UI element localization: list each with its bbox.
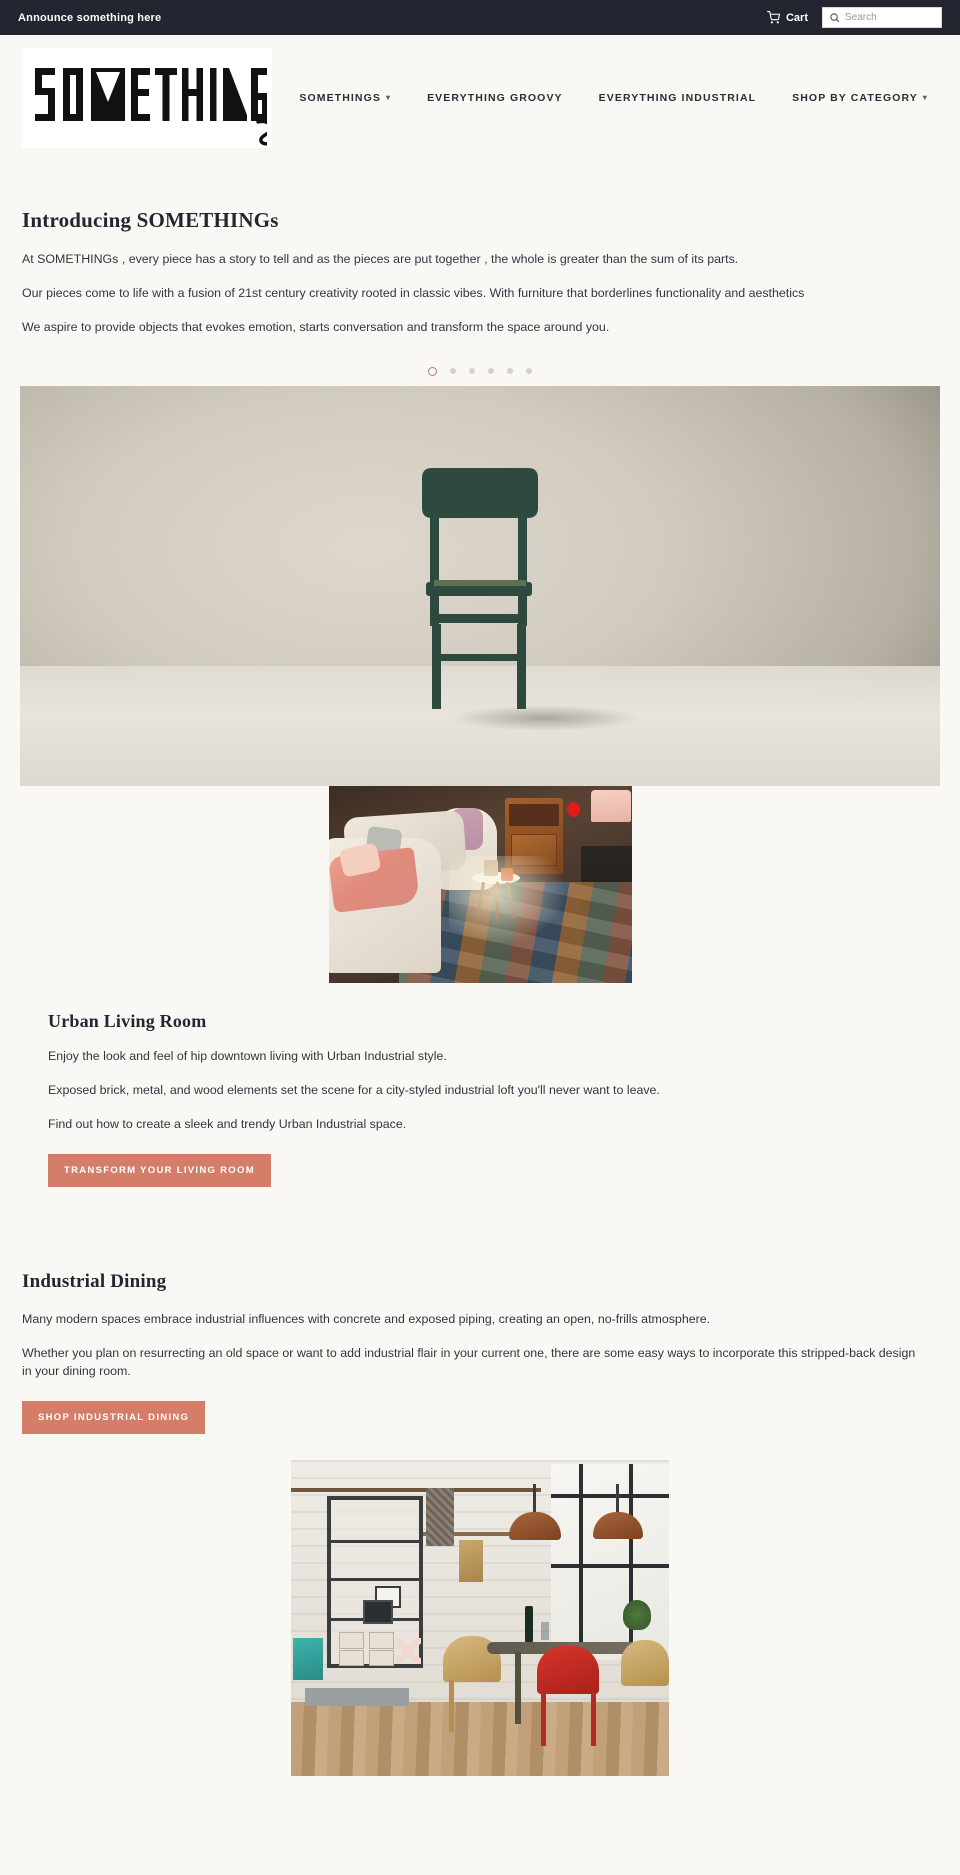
nav-label: SOMETHINGS bbox=[299, 91, 381, 104]
living-room-paragraph-1: Enjoy the look and feel of hip downtown … bbox=[48, 1048, 447, 1063]
living-room-title: Urban Living Room bbox=[48, 1010, 207, 1031]
site-header: SOMETHINGS ▾ EVERYTHING GROOVY EVERYTHIN… bbox=[0, 35, 960, 160]
living-room-paragraph-3: Find out how to create a sleek and trend… bbox=[48, 1116, 407, 1131]
green-chair-illustration bbox=[422, 467, 538, 709]
sunlight-glow bbox=[448, 855, 569, 946]
hanging-towel bbox=[426, 1487, 454, 1546]
storage-box bbox=[339, 1649, 364, 1666]
chevron-down-icon: ▾ bbox=[385, 93, 392, 102]
announcement-actions: Cart bbox=[766, 7, 942, 28]
x-decor-object bbox=[395, 1637, 421, 1664]
industrial-dining-paragraph-2: Whether you plan on resurrecting an old … bbox=[22, 1345, 916, 1378]
wine-glass bbox=[541, 1621, 549, 1640]
nav-item-shop-by-category[interactable]: SHOP BY CATEGORY ▾ bbox=[792, 92, 928, 104]
cutting-board bbox=[459, 1539, 483, 1582]
carousel-dot-2[interactable] bbox=[450, 368, 456, 375]
industrial-dining-image-wrap bbox=[0, 1459, 960, 1776]
urban-living-room-section: Urban Living Room Enjoy the look and fee… bbox=[0, 1011, 960, 1187]
nav-label: EVERYTHING INDUSTRIAL bbox=[598, 91, 757, 104]
cart-button[interactable]: Cart bbox=[766, 11, 808, 24]
window-mullion bbox=[551, 1493, 669, 1498]
carousel-dot-3[interactable] bbox=[469, 368, 475, 375]
floor-mat bbox=[305, 1687, 409, 1706]
announcement-bar: Announce something here Cart bbox=[0, 0, 960, 35]
picture-frame bbox=[363, 1599, 393, 1624]
industrial-dining-section: Industrial Dining Many modern spaces emb… bbox=[0, 1271, 960, 1434]
cabinet-shelf bbox=[508, 803, 559, 826]
storage-box bbox=[369, 1649, 394, 1666]
teal-stool bbox=[293, 1637, 323, 1680]
potted-plant bbox=[623, 1599, 651, 1630]
wood-floor bbox=[291, 1701, 669, 1776]
intro-section: Introducing SOMETHINGs At SOMETHINGs , e… bbox=[0, 160, 960, 337]
cart-label: Cart bbox=[785, 11, 808, 24]
carousel-dots bbox=[0, 366, 960, 376]
carousel-dot-6[interactable] bbox=[526, 368, 532, 375]
search-box[interactable] bbox=[822, 7, 942, 28]
intro-paragraph-3: We aspire to provide objects that evokes… bbox=[22, 319, 610, 334]
industrial-dining-paragraph-1: Many modern spaces embrace industrial in… bbox=[22, 1311, 711, 1326]
nav-label: SHOP BY CATEGORY bbox=[792, 91, 918, 104]
announcement-text: Announce something here bbox=[18, 11, 162, 24]
exposed-pipe bbox=[291, 1487, 541, 1492]
chair-leg bbox=[449, 1679, 454, 1732]
shelf-level bbox=[327, 1577, 423, 1581]
storage-box bbox=[339, 1631, 364, 1649]
lamp-shade bbox=[590, 789, 631, 822]
carousel-dot-5[interactable] bbox=[507, 368, 513, 375]
intro-paragraph-1: At SOMETHINGs , every piece has a story … bbox=[22, 252, 739, 266]
nav-item-everything-groovy[interactable]: EVERYTHING GROOVY bbox=[427, 92, 563, 104]
shopping-cart-icon bbox=[766, 11, 780, 24]
search-input[interactable] bbox=[845, 12, 935, 23]
wine-bottle bbox=[525, 1605, 533, 1642]
site-logo[interactable] bbox=[22, 47, 272, 148]
nav-item-everything-industrial[interactable]: EVERYTHING INDUSTRIAL bbox=[599, 92, 756, 104]
industrial-dining-image[interactable] bbox=[291, 1459, 669, 1776]
search-icon bbox=[829, 12, 840, 23]
wooden-dining-chair bbox=[621, 1639, 669, 1686]
window-mullion bbox=[629, 1463, 633, 1660]
window-mullion bbox=[579, 1463, 583, 1660]
chair-leg bbox=[541, 1691, 546, 1746]
nav-label: EVERYTHING GROOVY bbox=[427, 91, 563, 104]
window-mullion bbox=[551, 1563, 669, 1568]
carousel-dot-1[interactable] bbox=[428, 366, 437, 376]
intro-paragraph-2: Our pieces come to life with a fusion of… bbox=[22, 285, 805, 300]
main-navigation: SOMETHINGS ▾ EVERYTHING GROOVY EVERYTHIN… bbox=[299, 92, 938, 104]
urban-living-room-image[interactable] bbox=[328, 785, 632, 983]
hero-carousel-image[interactable] bbox=[20, 385, 940, 786]
table-leg bbox=[515, 1651, 521, 1724]
storage-box bbox=[369, 1631, 394, 1649]
industrial-dining-title: Industrial Dining bbox=[22, 1270, 167, 1292]
living-room-paragraph-2: Exposed brick, metal, and wood elements … bbox=[48, 1082, 660, 1097]
chevron-down-icon: ▾ bbox=[922, 93, 928, 102]
logo-wordmark-icon bbox=[35, 67, 267, 145]
chair-leg bbox=[591, 1691, 596, 1746]
nav-item-somethings[interactable]: SOMETHINGS ▾ bbox=[299, 92, 391, 104]
intro-title: Introducing SOMETHINGs bbox=[22, 208, 279, 232]
red-balloon bbox=[566, 801, 580, 817]
red-dining-chair bbox=[537, 1645, 599, 1694]
transform-living-room-button[interactable]: TRANSFORM YOUR LIVING ROOM bbox=[48, 1153, 271, 1187]
shop-industrial-dining-button[interactable]: SHOP INDUSTRIAL DINING bbox=[22, 1400, 206, 1434]
shelf-level bbox=[327, 1539, 423, 1543]
carousel-dot-4[interactable] bbox=[488, 368, 494, 375]
